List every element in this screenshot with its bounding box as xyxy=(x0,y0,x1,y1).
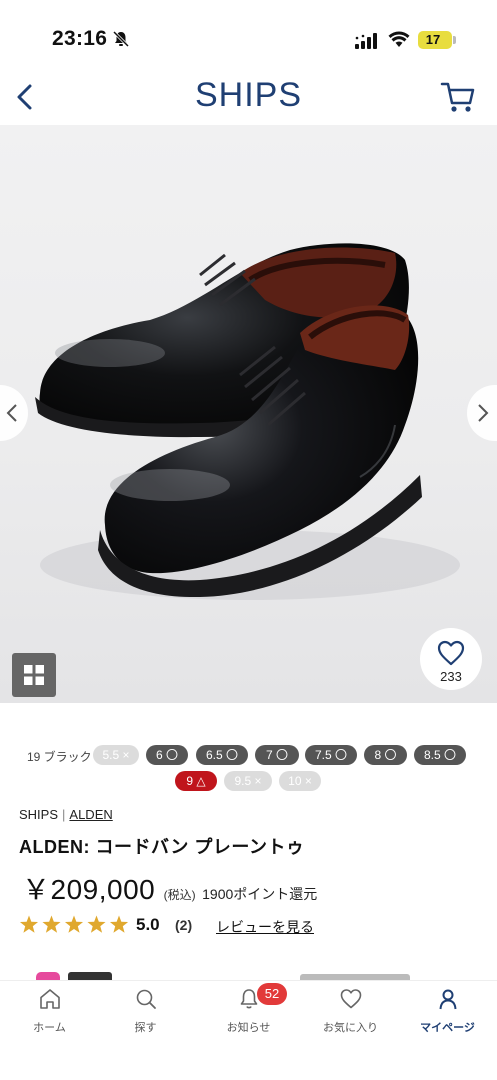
size-chip[interactable]: 6 〇 xyxy=(146,745,188,765)
wifi-icon xyxy=(388,31,410,47)
battery-icon: 17 xyxy=(418,31,452,49)
product-photo xyxy=(35,243,460,600)
person-icon xyxy=(439,989,457,1010)
separator: | xyxy=(62,807,66,822)
shop-name[interactable]: SHIPS xyxy=(19,807,58,822)
home-icon xyxy=(40,989,60,1009)
chevron-right-icon xyxy=(478,404,489,422)
app-header: SHIPS xyxy=(0,70,497,125)
notification-badge: 52 xyxy=(257,983,287,1005)
cart-icon[interactable] xyxy=(440,80,476,114)
status-time: 23:16 xyxy=(52,27,108,50)
star-icon xyxy=(109,915,129,933)
status-bar: 23:16 17 xyxy=(0,0,497,70)
bottom-tab-bar: ホーム 探す 52 お知らせ お気に入り マイページ xyxy=(0,980,497,1080)
brand-link[interactable]: ALDEN xyxy=(69,807,112,822)
size-selector: 19 ブラック 5.5 × 6 〇 6.5 〇 7 〇 7.5 〇 8 〇 8.… xyxy=(0,745,497,805)
tab-favorites[interactable]: お気に入り xyxy=(301,981,400,1041)
rating-row: 5.0 (2) レビューを見る xyxy=(18,914,488,938)
tab-label: お気に入り xyxy=(323,1022,378,1034)
color-name: 19 ブラック xyxy=(27,750,92,764)
battery-level: 17 xyxy=(425,32,441,47)
tab-search[interactable]: 探す xyxy=(96,981,195,1041)
star-icon xyxy=(19,915,39,933)
battery-tip xyxy=(453,36,456,44)
grid-icon xyxy=(24,665,44,685)
star-icon xyxy=(87,915,106,933)
tab-mypage[interactable]: マイページ xyxy=(398,981,497,1041)
chevron-left-icon xyxy=(6,404,17,422)
size-chip[interactable]: 8.5 〇 xyxy=(414,745,466,765)
review-count: (2) xyxy=(175,917,193,933)
tab-label: ホーム xyxy=(33,1022,66,1034)
size-chip[interactable]: 10 × xyxy=(279,771,321,791)
ships-logo[interactable]: SHIPS xyxy=(0,76,497,115)
product-image-gallery[interactable]: 233 xyxy=(0,125,497,703)
size-chip[interactable]: 7 〇 xyxy=(255,745,299,765)
heart-icon xyxy=(437,640,465,666)
product-title: ALDEN: コードバン プレーントゥ xyxy=(19,837,305,857)
peek-element xyxy=(68,972,112,980)
favorite-count: 233 xyxy=(440,669,462,684)
size-chip[interactable]: 9.5 × xyxy=(224,771,272,791)
rating-score: 5.0 xyxy=(136,915,160,934)
points-reward: 1900ポイント還元 xyxy=(202,886,318,902)
see-reviews-link[interactable]: レビューを見る xyxy=(216,917,314,937)
size-chip[interactable]: 9 △ xyxy=(175,771,217,791)
tab-label: マイページ xyxy=(420,1022,475,1034)
tab-label: 探す xyxy=(134,1022,157,1034)
thumbnail-grid-button[interactable] xyxy=(12,653,56,697)
brand-breadcrumb: SHIPS | ALDEN xyxy=(19,807,113,822)
star-icon xyxy=(64,915,84,933)
tax-note: (税込) xyxy=(163,888,196,902)
price-row: ￥209,000 (税込) 1900ポイント還元 xyxy=(22,868,318,905)
search-icon xyxy=(136,989,156,1009)
star-rating xyxy=(19,915,129,933)
favorite-button[interactable]: 233 xyxy=(420,628,482,690)
tab-label: お知らせ xyxy=(226,1022,271,1034)
size-chip[interactable]: 6.5 〇 xyxy=(196,745,248,765)
heart-icon xyxy=(340,989,362,1009)
size-chip[interactable]: 5.5 × xyxy=(93,745,139,765)
signal-icon xyxy=(355,33,377,49)
tab-notifications[interactable]: 52 お知らせ xyxy=(199,981,298,1041)
bell-off-icon xyxy=(112,30,130,48)
size-chip[interactable]: 7.5 〇 xyxy=(305,745,357,765)
tab-home[interactable]: ホーム xyxy=(0,981,99,1041)
size-chip[interactable]: 8 〇 xyxy=(364,745,407,765)
product-price: ￥209,000 xyxy=(22,874,156,905)
star-icon xyxy=(42,915,61,933)
